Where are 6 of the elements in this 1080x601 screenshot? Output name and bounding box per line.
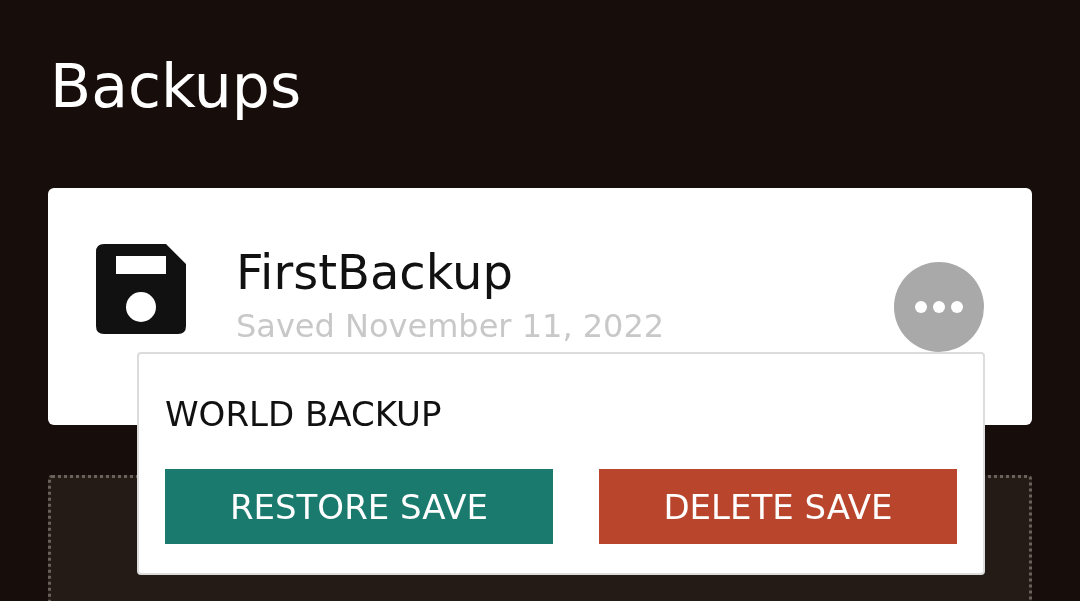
- restore-button[interactable]: RESTORE SAVE: [165, 469, 553, 544]
- ellipsis-icon: [914, 300, 964, 314]
- menu-title: WORLD BACKUP: [165, 394, 443, 434]
- delete-button[interactable]: DELETE SAVE: [599, 469, 957, 544]
- page-title: Backups: [50, 50, 303, 123]
- backup-name: FirstBackup: [236, 243, 514, 302]
